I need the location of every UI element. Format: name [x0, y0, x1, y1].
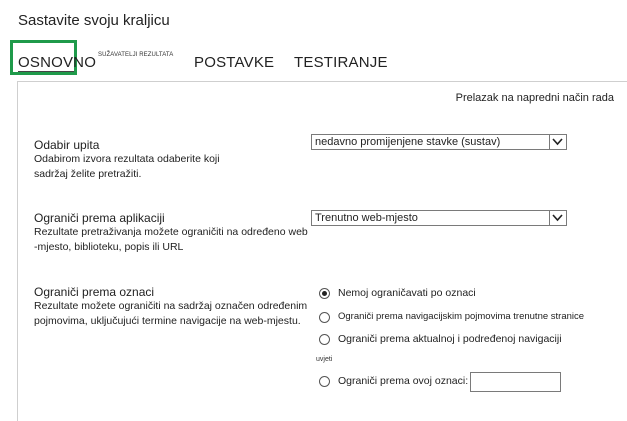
tab-underline: [18, 71, 74, 72]
app-select-dropdown-button[interactable]: [549, 211, 565, 225]
tag-section-description: Rezultate možete ograničiti na sadržaj o…: [34, 299, 307, 329]
chevron-down-icon: [552, 138, 563, 146]
app-section-title: Ograniči prema aplikaciji: [34, 211, 165, 225]
radio-current-page-nav-terms[interactable]: [319, 312, 330, 323]
condition-label: uvjeti: [316, 356, 333, 363]
chevron-down-icon: [552, 214, 563, 222]
radio-current-and-child-nav-label: Ograniči prema aktualnoj i podređenoj na…: [338, 333, 562, 345]
app-section-description: Rezultate pretraživanja možete ograničit…: [34, 225, 308, 255]
app-desc-line-2: -mjesto, biblioteku, popis ili URL: [34, 241, 184, 253]
query-select-dropdown-button[interactable]: [549, 135, 565, 149]
radio-no-tag-restriction[interactable]: [319, 288, 330, 299]
query-desc-line-1: Odabirom izvora rezultata odaberite koji: [34, 153, 220, 165]
advanced-mode-link[interactable]: Prelazak na napredni način rada: [456, 92, 614, 104]
app-select-value: Trenutno web-mjesto: [315, 212, 418, 224]
page-title: Sastavite svoju kraljicu: [18, 12, 170, 29]
radio-current-and-child-nav[interactable]: [319, 334, 330, 345]
tag-section-title: Ograniči prema oznaci: [34, 285, 155, 299]
app-desc-line-1: Rezultate pretraživanja možete ograničit…: [34, 226, 308, 238]
query-section-title: Odabir upita: [34, 138, 100, 152]
radio-current-page-nav-terms-label: Ograniči prema navigacijskim pojmovima t…: [338, 311, 585, 322]
query-select[interactable]: nedavno promijenjene stavke (sustav): [311, 134, 567, 150]
tab-testiranje[interactable]: TESTIRANJE: [294, 54, 388, 71]
radio-no-tag-restriction-label: Nemoj ograničavati po oznaci: [338, 287, 476, 299]
query-section-description: Odabirom izvora rezultata odaberite koji…: [34, 152, 220, 182]
tab-osnovno[interactable]: OSNOVNO: [18, 54, 96, 71]
radio-restrict-by-tag[interactable]: [319, 376, 330, 387]
tag-desc-line-2: pojmovima, uključujući termine navigacij…: [34, 315, 301, 327]
query-select-value: nedavno promijenjene stavke (sustav): [315, 136, 501, 148]
tag-desc-line-1: Rezultate možete ograničiti na sadržaj o…: [34, 300, 308, 312]
app-select[interactable]: Trenutno web-mjesto: [311, 210, 567, 226]
tab-postavke[interactable]: POSTAVKE: [194, 54, 274, 71]
tab-suzavatelji-rezultata[interactable]: SUŽAVATELJI REZULTATA: [98, 52, 173, 58]
query-desc-line-2: sadržaj želite pretražiti.: [34, 168, 142, 180]
radio-restrict-by-tag-label: Ograniči prema ovoj oznaci:: [338, 375, 469, 387]
tag-input[interactable]: [470, 372, 561, 392]
